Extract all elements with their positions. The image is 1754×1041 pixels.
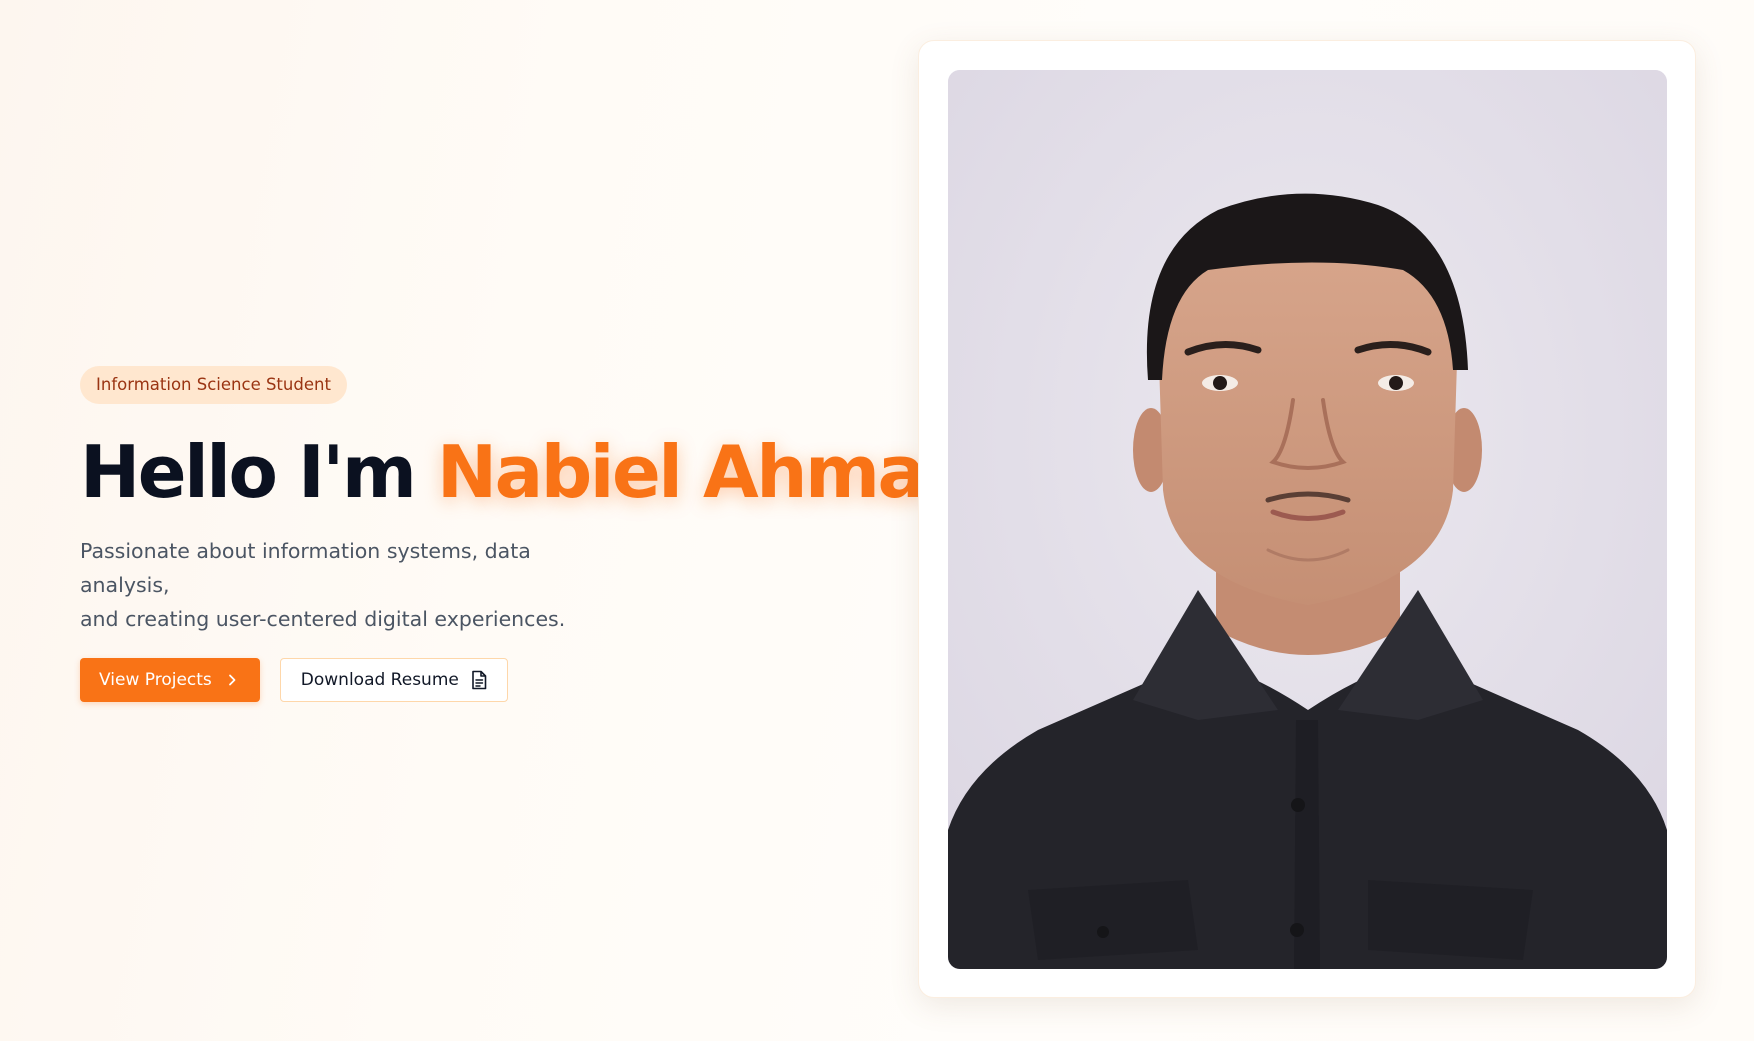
hero-subtitle: Passionate about information systems, da… — [80, 534, 620, 636]
profile-photo — [948, 70, 1667, 969]
chevron-right-icon — [226, 673, 238, 687]
hero-headline: Hello I'm Nabiel Ahmad — [80, 430, 975, 514]
headline-name: Nabiel Ahmad — [436, 430, 975, 514]
download-resume-button[interactable]: Download Resume — [279, 658, 508, 702]
document-icon — [471, 670, 487, 690]
subtitle-line-2: and creating user-centered digital exper… — [80, 607, 566, 631]
profile-photo-card — [918, 40, 1696, 998]
role-badge: Information Science Student — [80, 366, 347, 404]
view-projects-button[interactable]: View Projects — [80, 658, 260, 702]
headline-prefix: Hello I'm — [80, 430, 437, 514]
download-resume-label: Download Resume — [300, 670, 459, 690]
subtitle-line-1: Passionate about information systems, da… — [80, 539, 531, 597]
hero-section: Information Science Student Hello I'm Na… — [80, 366, 975, 702]
hero-actions: View Projects Download Resume — [80, 658, 880, 702]
view-projects-label: View Projects — [99, 670, 212, 690]
